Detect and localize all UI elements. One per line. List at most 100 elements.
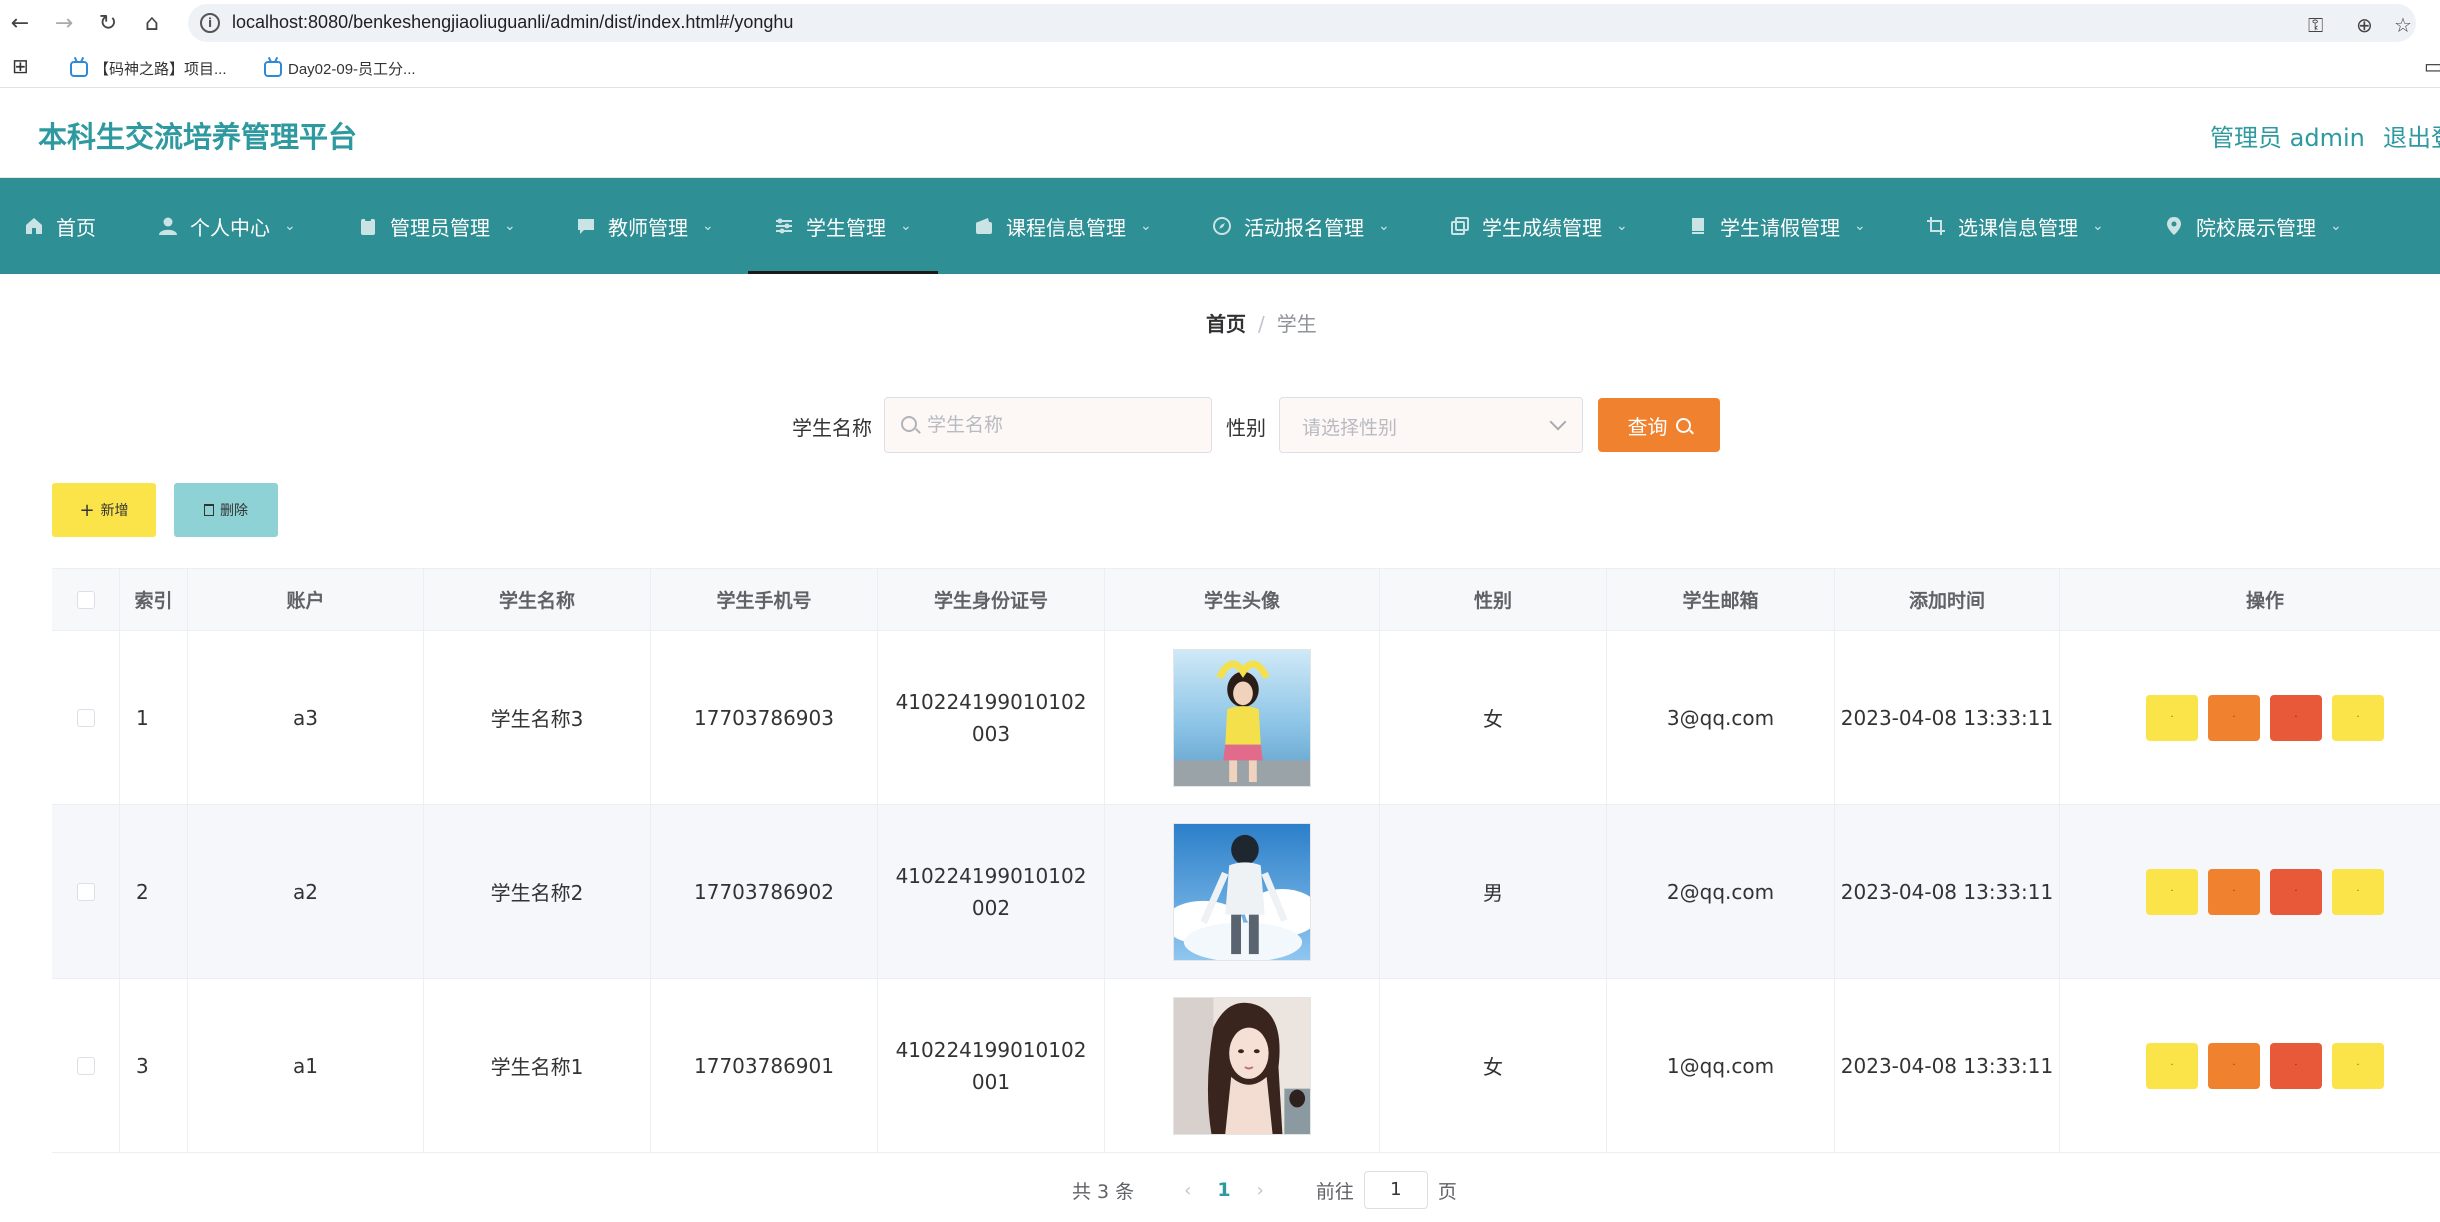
nav-item-student-management[interactable]: 学生管理 ⌄: [748, 178, 938, 274]
nav-item-college-display-management[interactable]: 院校展示管理 ⌄: [2164, 178, 2342, 274]
folder-icon[interactable]: ▭: [2424, 54, 2440, 79]
cell-email: 3@qq.com: [1607, 631, 1835, 804]
forward-arrow-icon[interactable]: →: [50, 9, 78, 37]
reload-icon[interactable]: ↻: [94, 9, 122, 37]
bookmark-item[interactable]: 【码神之路】项目...: [70, 58, 227, 79]
admin-label[interactable]: 管理员 admin: [2210, 118, 2365, 153]
idcard-text: 410224199010102002: [895, 863, 1087, 920]
details-button[interactable]: ·: [2146, 868, 2198, 915]
search-icon: [1675, 417, 1691, 433]
row-select-cell: [52, 979, 120, 1152]
address-bar[interactable]: i localhost:8080/benkeshengjiaoliuguanli…: [188, 4, 2416, 42]
header-idcard: 学生身份证号: [878, 569, 1105, 630]
chevron-down-icon: ⌄: [900, 218, 912, 234]
cell-avatar: [1105, 631, 1380, 804]
student-avatar-image[interactable]: [1173, 648, 1311, 787]
edit-button[interactable]: ·: [2208, 1042, 2260, 1089]
nav-label: 首页: [56, 215, 96, 240]
add-button[interactable]: + 新增: [52, 483, 156, 537]
cell-actions: · · · ·: [2060, 979, 2440, 1152]
prev-page-icon[interactable]: ‹: [1184, 1180, 1191, 1201]
home-browser-icon[interactable]: ⌂: [138, 9, 166, 37]
pagination: 共 3 条 ‹ 1 › 前往 1 页: [1072, 1171, 1457, 1209]
cell-email: 1@qq.com: [1607, 979, 1835, 1152]
password-key-icon[interactable]: ⚿: [2308, 13, 2323, 37]
chevron-down-icon: ⌄: [1140, 218, 1152, 234]
row-delete-button[interactable]: ·: [2270, 694, 2322, 741]
header-student-name: 学生名称: [424, 569, 651, 630]
row-checkbox[interactable]: [76, 708, 95, 727]
header-email: 学生邮箱: [1607, 569, 1835, 630]
extra-action-button[interactable]: ·: [2332, 868, 2384, 915]
back-arrow-icon[interactable]: ←: [6, 9, 34, 37]
nav-label: 选课信息管理: [1958, 215, 2078, 240]
logout-link[interactable]: 退出登录: [2383, 118, 2440, 153]
cell-idcard: 410224199010102001: [878, 979, 1105, 1152]
bilibili-icon: [264, 60, 282, 77]
header-phone: 学生手机号: [651, 569, 878, 630]
student-name-search[interactable]: [884, 397, 1212, 453]
student-name-input[interactable]: [927, 412, 1197, 438]
chevron-down-icon: ⌄: [1854, 218, 1866, 234]
nav-label: 学生成绩管理: [1482, 215, 1602, 240]
compass-icon: [1213, 217, 1231, 235]
row-delete-button[interactable]: ·: [2270, 868, 2322, 915]
gender-select[interactable]: 请选择性别: [1279, 397, 1583, 453]
student-avatar-image[interactable]: [1173, 996, 1311, 1135]
edit-button[interactable]: ·: [2208, 868, 2260, 915]
chevron-down-icon: [1549, 413, 1567, 431]
row-delete-button[interactable]: ·: [2270, 1042, 2322, 1089]
nav-label: 教师管理: [608, 215, 688, 240]
details-button[interactable]: ·: [2146, 1042, 2198, 1089]
pagination-total: 共 3 条: [1072, 1180, 1135, 1203]
nav-item-leave-management[interactable]: 学生请假管理 ⌄: [1688, 178, 1866, 274]
cell-gender: 男: [1380, 805, 1607, 978]
cell-actions: · · · ·: [2060, 805, 2440, 978]
chevron-down-icon: ⌄: [1378, 218, 1390, 234]
query-button[interactable]: 查询: [1598, 398, 1720, 452]
delete-button[interactable]: 删除: [174, 483, 278, 537]
crop-icon: [1927, 217, 1945, 235]
page-number[interactable]: 1: [1217, 1179, 1230, 1201]
bookmark-label: Day02-09-员工分...: [288, 61, 416, 78]
cell-phone: 17703786903: [651, 631, 878, 804]
select-all-checkbox[interactable]: [76, 590, 95, 609]
next-page-icon[interactable]: ›: [1257, 1180, 1264, 1201]
chevron-down-icon: ⌄: [2330, 218, 2342, 234]
goto-page-input[interactable]: 1: [1363, 1171, 1428, 1209]
cell-index: 2: [120, 805, 188, 978]
chevron-down-icon: ⌄: [1616, 218, 1628, 234]
nav-item-home[interactable]: 首页: [24, 178, 96, 274]
apps-grid-icon[interactable]: ⊞: [12, 54, 29, 79]
header-avatar: 学生头像: [1105, 569, 1380, 630]
nav-item-course-management[interactable]: 课程信息管理 ⌄: [974, 178, 1152, 274]
nav-item-teacher-management[interactable]: 教师管理 ⌄: [576, 178, 714, 274]
nav-item-personal-center[interactable]: 个人中心 ⌄: [158, 178, 296, 274]
nav-label: 活动报名管理: [1244, 215, 1364, 240]
details-button[interactable]: ·: [2146, 694, 2198, 741]
nav-label: 课程信息管理: [1006, 215, 1126, 240]
edit-button[interactable]: ·: [2208, 694, 2260, 741]
breadcrumb: 首页 / 学生: [1206, 308, 1317, 337]
nav-item-activity-management[interactable]: 活动报名管理 ⌄: [1212, 178, 1390, 274]
add-label: 新增: [100, 503, 129, 519]
site-info-icon[interactable]: i: [200, 13, 220, 33]
sliders-icon: [776, 218, 792, 234]
nav-item-grade-management[interactable]: 学生成绩管理 ⌄: [1450, 178, 1628, 274]
cell-gender: 女: [1380, 631, 1607, 804]
nav-item-admin-management[interactable]: 管理员管理 ⌄: [358, 178, 516, 274]
cell-student-name: 学生名称3: [424, 631, 651, 804]
bookmark-item[interactable]: Day02-09-员工分...: [264, 58, 416, 79]
extra-action-button[interactable]: ·: [2332, 694, 2384, 741]
cell-phone: 17703786901: [651, 979, 878, 1152]
nav-item-course-selection-management[interactable]: 选课信息管理 ⌄: [1926, 178, 2104, 274]
row-checkbox[interactable]: [76, 1056, 95, 1075]
extra-action-button[interactable]: ·: [2332, 1042, 2384, 1089]
breadcrumb-home[interactable]: 首页: [1206, 312, 1246, 336]
header-account: 账户: [188, 569, 424, 630]
bookmark-star-icon[interactable]: ☆: [2394, 13, 2412, 37]
student-avatar-image[interactable]: [1173, 822, 1311, 961]
row-checkbox[interactable]: [76, 882, 95, 901]
zoom-icon[interactable]: ⊕: [2356, 13, 2373, 37]
clipboard-icon: [361, 217, 375, 235]
